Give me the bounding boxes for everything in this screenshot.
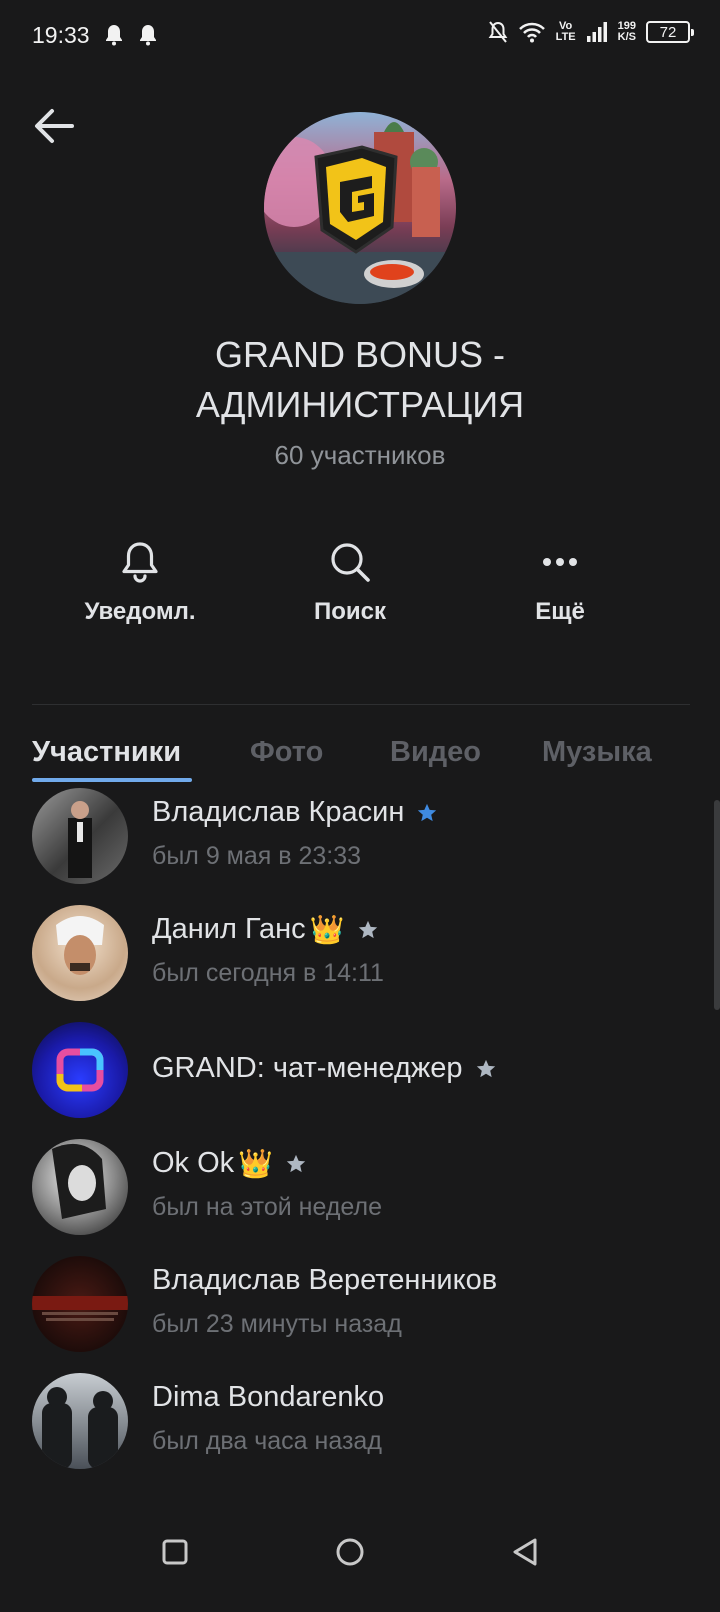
member-row[interactable]: Данил Ганс 👑 был сегодня в 14:11 (0, 905, 720, 1027)
group-logo-image (264, 122, 456, 304)
status-time: 19:33 (32, 22, 90, 48)
status-icons: Vo LTE 199 K/S 72 (488, 20, 694, 44)
member-row[interactable]: Ok Ok 👑 был на этой неделе (0, 1139, 720, 1261)
notifications-label: Уведомл. (84, 598, 196, 625)
silent-mode-icon (488, 21, 508, 43)
member-name: Ok Ok 👑 (152, 1147, 307, 1180)
tab-members[interactable]: Участники (32, 736, 181, 769)
notifications-button[interactable]: Уведомл. (40, 540, 240, 626)
member-row[interactable]: GRAND: чат-менеджер (0, 1022, 720, 1144)
signal-icon (586, 22, 607, 42)
battery-indicator: 72 (646, 21, 694, 43)
tab-videos[interactable]: Видео (390, 736, 481, 769)
group-avatar[interactable] (264, 112, 456, 304)
member-name-text: Dima Bondarenko (152, 1381, 385, 1413)
member-name: Dima Bondarenko (152, 1381, 384, 1414)
admin-star-icon (358, 920, 377, 938)
search-button[interactable]: Поиск (250, 540, 450, 626)
member-name-text: Данил Ганс (152, 913, 306, 945)
admin-star-icon (476, 1059, 495, 1077)
active-tab-indicator (32, 778, 192, 782)
member-row[interactable]: Владислав Веретенников был 23 минуты наз… (0, 1256, 720, 1378)
volte-indicator: Vo LTE (555, 20, 576, 43)
screen: 19:33 Vo LTE 199 K/S 72 GRAND BONUS - АД… (0, 0, 720, 1612)
avatar (32, 1373, 128, 1469)
member-status: был на этой неделе (152, 1193, 382, 1221)
divider (32, 704, 690, 705)
avatar (32, 905, 128, 1001)
scrollbar[interactable] (714, 800, 720, 1010)
crown-emoji-icon: 👑 (238, 1147, 274, 1179)
member-status: был 23 минуты назад (152, 1310, 402, 1338)
more-dots-icon (543, 558, 577, 566)
status-bar: 19:33 Vo LTE 199 K/S 72 (0, 0, 720, 72)
avatar (32, 1256, 128, 1352)
home-circle-icon[interactable] (330, 1532, 370, 1572)
member-status: был 9 мая в 23:33 (152, 842, 362, 870)
more-button[interactable]: Ещё (460, 540, 660, 626)
avatar (32, 788, 128, 884)
member-name: Данил Ганс 👑 (152, 913, 379, 946)
tab-bar: Участники Фото Видео Музыка (0, 730, 720, 786)
avatar (32, 1139, 128, 1235)
search-icon (331, 543, 370, 582)
tab-photos[interactable]: Фото (250, 736, 323, 769)
search-label: Поиск (313, 598, 387, 625)
member-status: был два часа назад (152, 1427, 382, 1455)
member-status: был сегодня в 14:11 (152, 959, 384, 987)
admin-star-icon (286, 1154, 306, 1172)
action-bar: Уведомл. Поиск Ещё (0, 540, 720, 640)
crown-emoji-icon: 👑 (309, 913, 345, 945)
notification-bell-icon (106, 25, 122, 46)
recents-square-icon[interactable] (155, 1532, 195, 1572)
network-speed: 199 K/S (617, 20, 636, 43)
member-name-text: Владислав Веретенников (152, 1264, 498, 1296)
avatar (32, 1022, 128, 1118)
admin-star-icon (418, 803, 437, 821)
member-name: GRAND: чат-менеджер (152, 1052, 497, 1085)
member-name: Владислав Красин (152, 796, 438, 829)
wifi-icon (518, 22, 545, 43)
member-name-text: Ok Ok (152, 1147, 235, 1179)
back-triangle-icon[interactable] (505, 1532, 545, 1572)
member-count[interactable]: 60 участников (0, 440, 720, 471)
battery-level: 72 (659, 23, 677, 41)
back-arrow-icon[interactable] (32, 106, 76, 146)
notification-bell-icon (140, 25, 156, 46)
system-nav-bar (0, 1492, 720, 1612)
group-title: GRAND BONUS - АДМИНИСТРАЦИЯ (195, 334, 525, 425)
member-name: Владислав Веретенников (152, 1264, 497, 1297)
member-name-text: GRAND: чат-менеджер (152, 1052, 463, 1084)
member-name-text: Владислав Красин (152, 796, 405, 828)
more-label: Ещё (535, 598, 585, 625)
member-row[interactable]: Владислав Красин был 9 мая в 23:33 (0, 788, 720, 910)
member-row[interactable]: Dima Bondarenko был два часа назад (0, 1373, 720, 1495)
tab-music[interactable]: Музыка (542, 736, 652, 769)
bell-icon (122, 542, 158, 583)
